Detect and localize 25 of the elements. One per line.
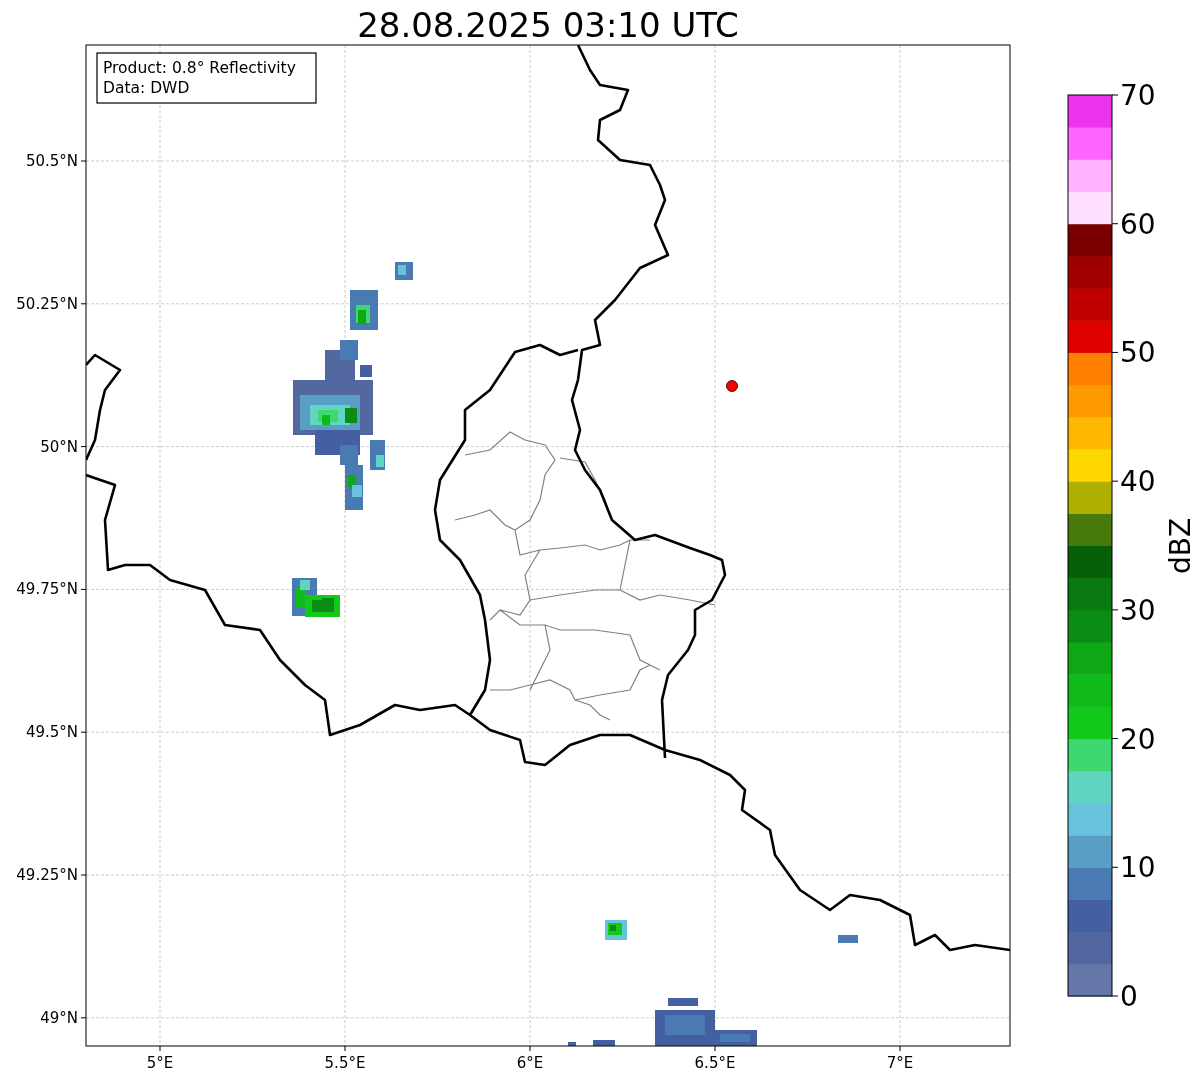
longitude-label: 6°E: [516, 1054, 544, 1072]
colorbar-tick-label: 0: [1120, 980, 1138, 1013]
latitude-label: 49.75°N: [16, 580, 78, 599]
latitude-label: 50.25°N: [16, 294, 78, 313]
legend-text: Data: DWD: [103, 79, 190, 97]
colorbar-tick-label: 70: [1120, 79, 1156, 112]
latitude-label: 49.5°N: [25, 723, 78, 742]
longitude-label: 7°E: [886, 1054, 914, 1072]
latitude-label: 50°N: [40, 437, 78, 456]
colorbar-label: dBZ: [1164, 517, 1197, 575]
colorbar-tick-label: 30: [1120, 593, 1156, 627]
longitude-label: 5°E: [146, 1054, 174, 1072]
longitude-label: 5.5°E: [324, 1054, 366, 1072]
latitude-label: 49.25°N: [16, 866, 78, 884]
latitude-label: 49°N: [40, 1008, 78, 1027]
latitude-label: 50.5°N: [25, 152, 78, 170]
colorbar-tick-label: 40: [1120, 465, 1156, 499]
longitude-label: 6.5°E: [694, 1054, 736, 1072]
colorbar-tick-label: 60: [1120, 207, 1156, 241]
map-title: 28.08.2025 03:10 UTC: [357, 5, 739, 45]
legend-text: Product: 0.8° Reflectivity: [103, 59, 296, 77]
location-dot: [726, 380, 738, 392]
colorbar-tick-label: 50: [1120, 336, 1156, 370]
colorbar-tick-label: 20: [1120, 722, 1156, 756]
colorbar-tick-label: 10: [1120, 851, 1156, 885]
